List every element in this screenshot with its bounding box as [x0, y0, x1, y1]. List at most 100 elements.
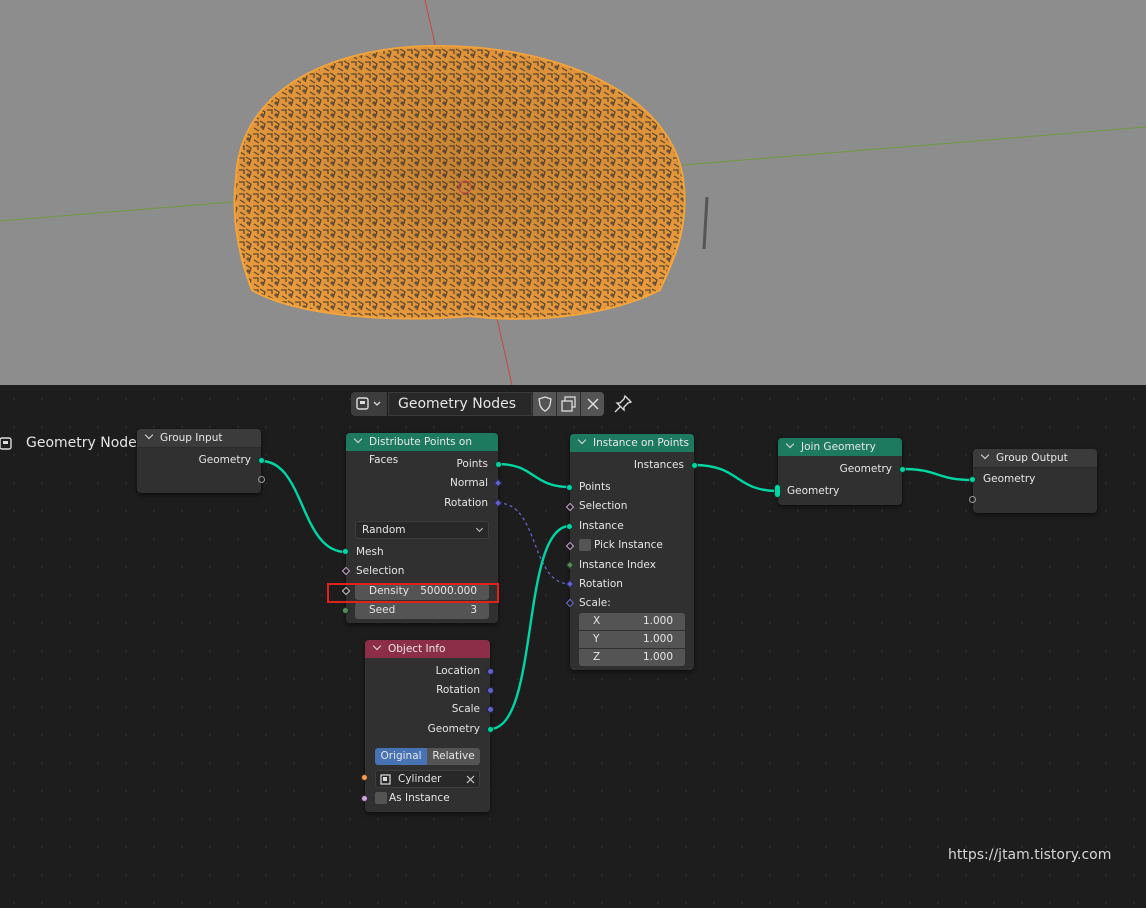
input-label: Geometry [983, 473, 1036, 485]
collapse-chevron-icon[interactable] [372, 641, 382, 651]
collapse-chevron-icon[interactable] [980, 450, 990, 460]
output-label: Location [435, 665, 480, 677]
node-header[interactable]: Group Output [973, 449, 1097, 468]
fake-user-button[interactable] [532, 392, 556, 416]
dropdown-value: Random [362, 524, 406, 536]
output-label: Geometry [427, 723, 480, 735]
empty-output-socket[interactable] [258, 476, 265, 483]
seed-input-socket[interactable] [342, 607, 349, 614]
pick-instance-checkbox[interactable] [579, 539, 591, 551]
scale-x-field[interactable]: X 1.000 [579, 613, 685, 630]
node-group-output[interactable]: Group Output Geometry [969, 449, 1097, 513]
input-label: Instance [579, 520, 624, 532]
node-instance-on-points[interactable]: Instance on Points Instances Points Sele… [565, 434, 698, 670]
node-editor-type-icon [356, 397, 381, 410]
clear-object-icon[interactable] [466, 775, 475, 784]
link-instance [489, 524, 571, 731]
node-object-info[interactable]: Object Info Location Rotation Scale Geom… [361, 640, 494, 812]
link-rotation [497, 502, 571, 585]
as-instance-input-socket[interactable] [361, 795, 368, 802]
instances-output-socket[interactable] [691, 462, 698, 469]
node-title: Join Geometry [801, 441, 876, 453]
seed-field[interactable]: Seed 3 [355, 602, 489, 619]
field-value: 1.000 [642, 633, 673, 645]
output-label: Scale [451, 703, 480, 715]
field-value: 1.000 [642, 615, 673, 627]
link-join-output [901, 467, 974, 482]
output-label: Rotation [436, 684, 480, 696]
scale-z-field[interactable]: Z 1.000 [579, 649, 685, 666]
field-value: 3 [470, 604, 477, 616]
node-header[interactable]: Object Info [365, 640, 490, 658]
collapse-chevron-icon[interactable] [785, 439, 795, 449]
location-output-socket[interactable] [487, 668, 494, 675]
node-header[interactable]: Distribute Points on Faces [346, 433, 498, 466]
duplicate-icon [561, 396, 576, 412]
input-label: Selection [579, 500, 628, 512]
geometry-output-socket[interactable] [258, 457, 265, 464]
watermark-url: https://jtam.tistory.com [948, 847, 1112, 863]
output-label: Geometry [198, 454, 251, 466]
empty-input-socket[interactable] [969, 496, 976, 503]
distribute-mode-dropdown[interactable]: Random [355, 521, 489, 539]
object-icon [380, 774, 391, 785]
object-input-socket[interactable] [361, 774, 368, 781]
field-label: Seed [369, 604, 396, 616]
tree-label-text: Geometry Nodes [26, 435, 145, 451]
checkbox-label: As Instance [389, 792, 450, 804]
rotation-output-socket[interactable] [487, 687, 494, 694]
unlink-tree-button[interactable] [580, 392, 604, 416]
link-instances-join [693, 463, 779, 493]
output-label: Normal [450, 477, 488, 489]
mesh-input-socket[interactable] [342, 548, 349, 555]
node-tree-icon [0, 437, 12, 450]
fake-user-shield-icon [538, 396, 552, 412]
object-name: Cylinder [398, 773, 442, 785]
scale-y-field[interactable]: Y 1.000 [579, 631, 685, 648]
geometry-input-socket[interactable] [969, 476, 976, 483]
node-title: Group Output [996, 452, 1068, 464]
node-title: Group Input [160, 432, 223, 444]
node-tree-name-field[interactable]: Geometry Nodes [388, 392, 532, 416]
output-label: Instances [633, 459, 684, 471]
editor-type-dropdown[interactable] [351, 392, 387, 416]
points-input-socket[interactable] [566, 484, 573, 491]
geometry-output-socket[interactable] [899, 466, 906, 473]
points-output-socket[interactable] [495, 461, 502, 468]
object-selector[interactable]: Cylinder [375, 770, 480, 788]
output-label: Rotation [444, 497, 488, 509]
collapse-chevron-icon[interactable] [577, 435, 587, 445]
duplicate-tree-button[interactable] [556, 392, 580, 416]
input-label: Geometry [787, 485, 840, 497]
node-title: Object Info [388, 643, 446, 655]
scale-output-socket[interactable] [487, 706, 494, 713]
node-header[interactable]: Join Geometry [778, 438, 902, 456]
as-instance-checkbox[interactable] [375, 792, 387, 804]
field-label: Y [593, 633, 600, 645]
mode-original-button[interactable]: Original [375, 748, 427, 765]
node-header[interactable]: Group Input [137, 429, 261, 448]
node-join-geometry[interactable]: Join Geometry Geometry Geometry [774, 438, 906, 505]
input-label: Mesh [356, 546, 384, 558]
field-label: Z [593, 651, 601, 663]
node-header[interactable]: Instance on Points [570, 434, 694, 452]
input-label: Instance Index [579, 559, 656, 571]
field-label: X [593, 615, 601, 627]
mode-relative-button[interactable]: Relative [427, 748, 480, 765]
input-label: Pick Instance [594, 539, 663, 551]
geometry-multi-input-socket[interactable] [774, 484, 781, 498]
collapse-chevron-icon[interactable] [353, 434, 363, 444]
link-group-input-mesh [260, 459, 347, 554]
link-points [497, 462, 571, 489]
input-label: Points [579, 481, 611, 493]
input-label: Selection [356, 565, 405, 577]
input-label: Scale: [579, 597, 611, 609]
pin-icon[interactable] [613, 394, 633, 414]
instance-input-socket[interactable] [566, 523, 573, 530]
node-title: Instance on Points [593, 437, 689, 449]
output-label: Points [456, 458, 488, 470]
collapse-chevron-icon[interactable] [144, 430, 154, 440]
geometry-output-socket[interactable] [487, 726, 494, 733]
node-group-input[interactable]: Group Input Geometry [137, 429, 265, 493]
close-icon [587, 398, 599, 410]
